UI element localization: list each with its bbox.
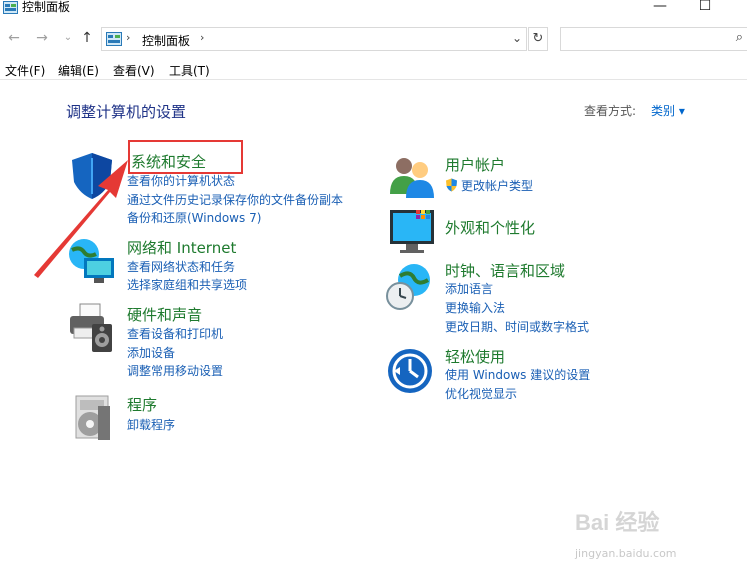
link-devices-printers[interactable]: 查看设备和打印机 <box>127 326 223 342</box>
category-clock-language-region[interactable]: 时钟、语言和区域 <box>445 260 565 281</box>
link-change-account-type[interactable]: 更改帐户类型 <box>461 178 533 194</box>
category-ease-of-access[interactable]: 轻松使用 <box>445 346 505 367</box>
address-dropdown-icon[interactable]: ⌄ <box>512 31 522 45</box>
breadcrumb-separator[interactable]: › <box>126 31 130 44</box>
users-icon[interactable] <box>386 152 438 204</box>
watermark-url: jingyan.baidu.com <box>575 547 677 560</box>
control-panel-icon <box>106 32 122 46</box>
up-button[interactable]: ↑ <box>79 28 95 48</box>
page-title: 调整计算机的设置 <box>66 103 187 121</box>
printer-speaker-icon[interactable] <box>66 302 118 354</box>
category-appearance-personalization[interactable]: 外观和个性化 <box>445 217 535 238</box>
link-network-status[interactable]: 查看网络状态和任务 <box>127 259 235 275</box>
link-backup-restore[interactable]: 备份和还原(Windows 7) <box>127 210 261 226</box>
link-change-date-time-format[interactable]: 更改日期、时间或数字格式 <box>445 319 589 335</box>
link-view-computer-status[interactable]: 查看你的计算机状态 <box>127 173 235 189</box>
back-button[interactable]: ← <box>6 28 22 48</box>
link-uninstall-program[interactable]: 卸载程序 <box>127 417 175 433</box>
highlight-box <box>128 140 243 174</box>
baidu-jingyan-watermark: Bai 经验 jingyan.baidu.com <box>565 505 715 570</box>
link-mobility-settings[interactable]: 调整常用移动设置 <box>127 363 223 379</box>
view-by-dropdown[interactable]: 类别 ▾ <box>651 102 685 119</box>
menu-view[interactable]: 查看(V) <box>113 62 155 79</box>
watermark-text: Bai 经验 <box>575 510 660 535</box>
refresh-button[interactable]: ↻ <box>528 27 548 51</box>
forward-button[interactable]: → <box>34 28 50 48</box>
menu-tools[interactable]: 工具(T) <box>169 62 210 79</box>
minimize-button[interactable]: — <box>645 0 675 16</box>
search-icon[interactable]: ⌕ <box>736 30 743 45</box>
address-row: ← → ⌄ ↑ › 控制面板 › ⌄ ↻ ⌕ <box>0 24 747 54</box>
window-title: 控制面板 <box>22 0 71 14</box>
menu-bar: 文件(F) 编辑(E) 查看(V) 工具(T) <box>0 60 747 80</box>
search-input[interactable]: ⌕ <box>560 27 747 51</box>
breadcrumb-control-panel[interactable]: 控制面板 <box>142 32 190 49</box>
link-windows-recommended-settings[interactable]: 使用 Windows 建议的设置 <box>445 367 590 383</box>
category-user-accounts[interactable]: 用户帐户 <box>445 154 505 175</box>
link-add-language[interactable]: 添加语言 <box>445 281 493 297</box>
control-panel-icon <box>3 1 18 14</box>
recent-locations-button[interactable]: ⌄ <box>60 28 76 48</box>
programs-disc-icon[interactable] <box>68 392 120 444</box>
category-programs[interactable]: 程序 <box>127 394 157 415</box>
link-change-input-method[interactable]: 更换输入法 <box>445 300 505 316</box>
uac-shield-icon <box>446 178 457 192</box>
ease-of-access-icon[interactable] <box>384 345 436 397</box>
shield-icon[interactable] <box>66 150 118 202</box>
view-by-label: 查看方式: <box>584 104 637 118</box>
link-homegroup-sharing[interactable]: 选择家庭组和共享选项 <box>127 277 247 293</box>
annotation-arrow <box>34 160 128 278</box>
breadcrumb-separator[interactable]: › <box>200 31 204 44</box>
address-bar[interactable]: › 控制面板 › ⌄ <box>101 27 527 51</box>
link-add-device[interactable]: 添加设备 <box>127 345 175 361</box>
menu-file[interactable]: 文件(F) <box>5 62 45 79</box>
title-bar: 控制面板 — ☐ <box>0 0 747 17</box>
link-optimize-visual-display[interactable]: 优化视觉显示 <box>445 386 517 402</box>
network-globe-icon[interactable] <box>66 236 118 288</box>
category-hardware-sound[interactable]: 硬件和声音 <box>127 304 202 325</box>
category-network-internet[interactable]: 网络和 Internet <box>127 237 236 258</box>
maximize-button[interactable]: ☐ <box>690 0 720 16</box>
monitor-personalize-icon[interactable] <box>386 206 438 258</box>
link-file-history-backup[interactable]: 通过文件历史记录保存你的文件备份副本 <box>127 192 343 208</box>
menu-edit[interactable]: 编辑(E) <box>58 62 99 79</box>
clock-globe-icon[interactable] <box>384 262 436 314</box>
